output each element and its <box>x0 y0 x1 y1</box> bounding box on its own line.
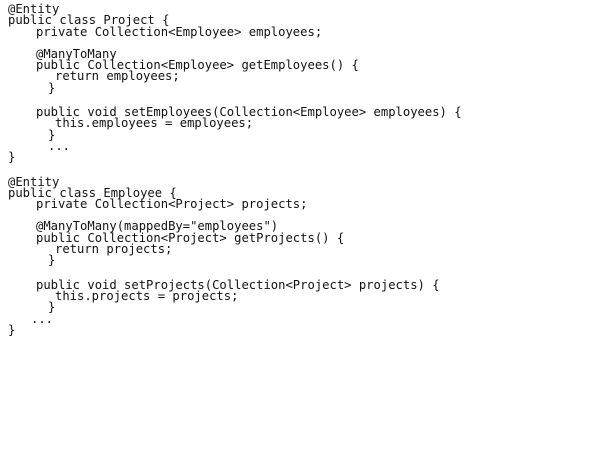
code-line-setter-body: this.projects = projects; <box>55 288 239 303</box>
code-block-employee: @Entity public class Employee { private … <box>8 175 462 337</box>
code-listing: @Entity public class Project { private C… <box>8 3 462 337</box>
code-line-ellipsis: ... <box>48 138 71 153</box>
code-line-setter-close: } <box>48 127 56 142</box>
code-line-class-close: } <box>8 150 16 165</box>
code-line-getter-close: } <box>48 80 56 95</box>
code-line-setter-body: this.employees = employees; <box>55 116 254 131</box>
code-line-class-close: } <box>8 322 16 337</box>
code-line-getter-body: return projects; <box>55 242 173 257</box>
code-block-project: @Entity public class Project { private C… <box>8 3 462 165</box>
code-line-getter-body: return employees; <box>55 69 180 84</box>
code-line-field: private Collection<Employee> employees; <box>36 24 323 39</box>
code-line-ellipsis: ... <box>31 311 54 326</box>
code-line-getter-close: } <box>48 253 56 268</box>
code-line-setter-close: } <box>48 300 56 315</box>
code-line-field: private Collection<Project> projects; <box>36 197 308 212</box>
